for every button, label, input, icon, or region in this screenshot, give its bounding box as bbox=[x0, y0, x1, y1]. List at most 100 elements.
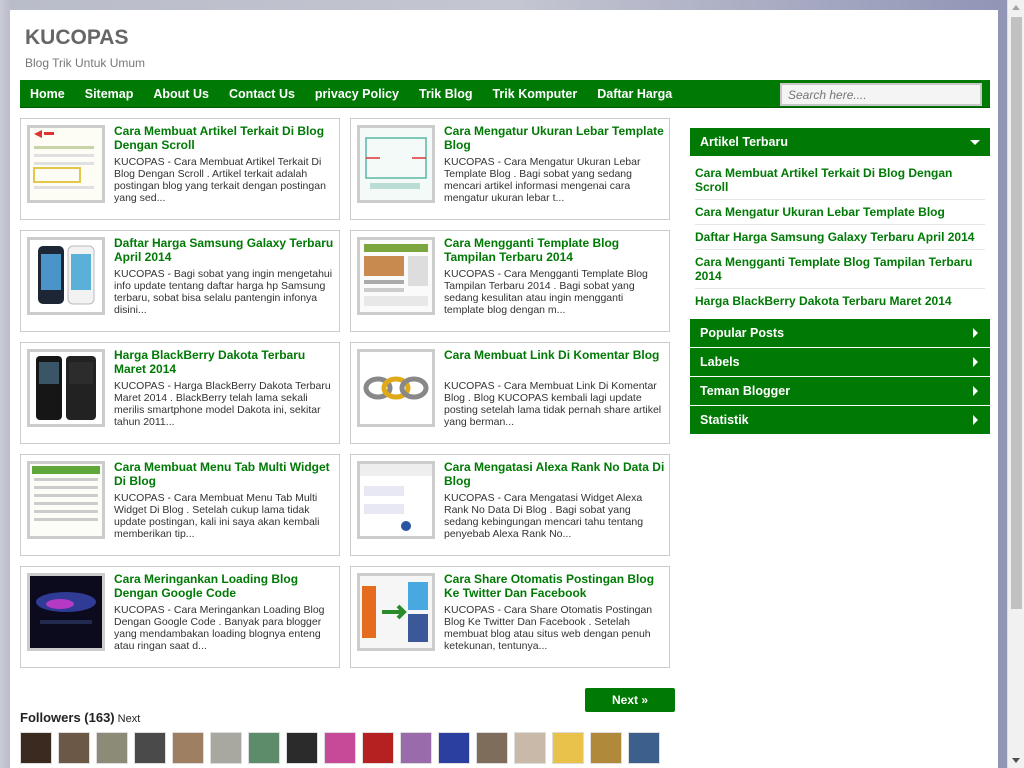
post-card[interactable]: Cara Meringankan Loading Blog Dengan Goo… bbox=[20, 566, 340, 668]
post-title[interactable]: Cara Mengganti Template Blog Tampilan Te… bbox=[444, 236, 666, 264]
post-thumbnail[interactable] bbox=[357, 125, 435, 203]
scroll-up-icon[interactable] bbox=[1012, 5, 1020, 10]
post-title[interactable]: Harga BlackBerry Dakota Terbaru Maret 20… bbox=[114, 348, 336, 376]
sidebar-section-statistik[interactable]: Statistik bbox=[690, 406, 990, 434]
site-description: Blog Trik Untuk Umum bbox=[25, 56, 146, 70]
avatar[interactable] bbox=[362, 732, 394, 764]
post-card[interactable]: Cara Membuat Link Di Komentar Blog KUCOP… bbox=[350, 342, 670, 444]
avatar[interactable] bbox=[58, 732, 90, 764]
followers-heading: Followers (163) Next bbox=[20, 710, 140, 725]
post-title[interactable]: Cara Membuat Menu Tab Multi Widget Di Bl… bbox=[114, 460, 336, 488]
recent-post-link[interactable]: Cara Membuat Artikel Terkait Di Blog Den… bbox=[695, 161, 985, 200]
post-snippet: KUCOPAS - Cara Membuat Menu Tab Multi Wi… bbox=[114, 492, 320, 540]
post-card[interactable]: Harga BlackBerry Dakota Terbaru Maret 20… bbox=[20, 342, 340, 444]
avatar[interactable] bbox=[324, 732, 356, 764]
post-snippet: KUCOPAS - Cara Mengatur Ukuran Lebar Tem… bbox=[444, 156, 641, 204]
next-page-button[interactable]: Next » bbox=[585, 688, 675, 712]
post-title[interactable]: Cara Mengatur Ukuran Lebar Template Blog bbox=[444, 124, 666, 152]
sidebar-section-label: Labels bbox=[700, 355, 740, 369]
followers-avatar-row bbox=[20, 732, 660, 764]
sidebar-sections: Popular Posts Labels Teman Blogger Stati… bbox=[690, 319, 990, 434]
post-thumbnail[interactable] bbox=[27, 461, 105, 539]
post-thumbnail[interactable] bbox=[357, 349, 435, 427]
post-card[interactable]: Cara Mengganti Template Blog Tampilan Te… bbox=[350, 230, 670, 332]
post-thumbnail[interactable] bbox=[357, 573, 435, 651]
post-thumbnail[interactable] bbox=[27, 125, 105, 203]
chevron-right-icon bbox=[973, 357, 978, 367]
avatar[interactable] bbox=[476, 732, 508, 764]
post-title[interactable]: Cara Meringankan Loading Blog Dengan Goo… bbox=[114, 572, 336, 600]
post-thumbnail[interactable] bbox=[27, 237, 105, 315]
post-title[interactable]: Cara Membuat Artikel Terkait Di Blog Den… bbox=[114, 124, 336, 152]
chevron-right-icon bbox=[973, 415, 978, 425]
nav-item-home[interactable]: Home bbox=[20, 80, 75, 108]
site-title[interactable]: KUCOPAS bbox=[25, 26, 128, 50]
sidebar-recent-header[interactable]: Artikel Terbaru bbox=[690, 128, 990, 156]
post-thumbnail[interactable] bbox=[27, 573, 105, 651]
nav-item-trik-blog[interactable]: Trik Blog bbox=[409, 80, 482, 108]
post-thumbnail[interactable] bbox=[27, 349, 105, 427]
scroll-down-icon[interactable] bbox=[1012, 758, 1020, 763]
nav-bar: Home Sitemap About Us Contact Us privacy… bbox=[20, 80, 990, 108]
avatar[interactable] bbox=[628, 732, 660, 764]
page: KUCOPAS Blog Trik Untuk Umum Home Sitema… bbox=[10, 10, 998, 768]
post-snippet: KUCOPAS - Harga BlackBerry Dakota Terbar… bbox=[114, 380, 331, 428]
recent-posts-list: Cara Membuat Artikel Terkait Di Blog Den… bbox=[690, 157, 990, 317]
post-card[interactable]: Cara Membuat Menu Tab Multi Widget Di Bl… bbox=[20, 454, 340, 556]
followers-label: Followers (163) bbox=[20, 710, 115, 725]
search-input[interactable] bbox=[780, 83, 982, 106]
post-card[interactable]: Cara Mengatasi Alexa Rank No Data Di Blo… bbox=[350, 454, 670, 556]
post-snippet: KUCOPAS - Cara Membuat Link Di Komentar … bbox=[444, 380, 662, 428]
avatar[interactable] bbox=[514, 732, 546, 764]
recent-post-link[interactable]: Cara Mengganti Template Blog Tampilan Te… bbox=[695, 250, 985, 289]
post-snippet: KUCOPAS - Bagi sobat yang ingin mengetah… bbox=[114, 268, 333, 316]
post-card[interactable]: Cara Share Otomatis Postingan Blog Ke Tw… bbox=[350, 566, 670, 668]
chevron-down-icon bbox=[970, 140, 980, 145]
avatar[interactable] bbox=[438, 732, 470, 764]
sidebar-recent-title: Artikel Terbaru bbox=[700, 135, 788, 149]
nav-item-contact[interactable]: Contact Us bbox=[219, 80, 305, 108]
avatar[interactable] bbox=[286, 732, 318, 764]
chevron-right-icon bbox=[973, 328, 978, 338]
avatar[interactable] bbox=[96, 732, 128, 764]
avatar[interactable] bbox=[400, 732, 432, 764]
sidebar: Artikel Terbaru Cara Membuat Artikel Ter… bbox=[690, 128, 990, 435]
post-card[interactable]: Cara Membuat Artikel Terkait Di Blog Den… bbox=[20, 118, 340, 220]
avatar[interactable] bbox=[134, 732, 166, 764]
post-title[interactable]: Daftar Harga Samsung Galaxy Terbaru Apri… bbox=[114, 236, 336, 264]
recent-post-link[interactable]: Cara Mengatur Ukuran Lebar Template Blog bbox=[695, 200, 985, 225]
sidebar-section-label: Popular Posts bbox=[700, 326, 785, 340]
post-title[interactable]: Cara Mengatasi Alexa Rank No Data Di Blo… bbox=[444, 460, 666, 488]
sidebar-section-label: Statistik bbox=[700, 413, 749, 427]
sidebar-section-labels[interactable]: Labels bbox=[690, 348, 990, 376]
post-card[interactable]: Daftar Harga Samsung Galaxy Terbaru Apri… bbox=[20, 230, 340, 332]
page-scrollbar[interactable] bbox=[1007, 0, 1024, 768]
sidebar-section-popular-posts[interactable]: Popular Posts bbox=[690, 319, 990, 347]
sidebar-section-label: Teman Blogger bbox=[700, 384, 791, 398]
post-snippet: KUCOPAS - Cara Mengatasi Widget Alexa Ra… bbox=[444, 492, 644, 540]
avatar[interactable] bbox=[552, 732, 584, 764]
chevron-right-icon bbox=[973, 386, 978, 396]
followers-next-link[interactable]: Next bbox=[118, 713, 141, 725]
nav-item-trik-komputer[interactable]: Trik Komputer bbox=[482, 80, 587, 108]
recent-post-link[interactable]: Daftar Harga Samsung Galaxy Terbaru Apri… bbox=[695, 225, 985, 250]
nav-item-sitemap[interactable]: Sitemap bbox=[75, 80, 144, 108]
avatar[interactable] bbox=[248, 732, 280, 764]
post-snippet: KUCOPAS - Cara Membuat Artikel Terkait D… bbox=[114, 156, 326, 204]
nav-item-about[interactable]: About Us bbox=[143, 80, 219, 108]
sidebar-section-teman-blogger[interactable]: Teman Blogger bbox=[690, 377, 990, 405]
avatar[interactable] bbox=[172, 732, 204, 764]
post-title[interactable]: Cara Share Otomatis Postingan Blog Ke Tw… bbox=[444, 572, 666, 600]
recent-post-link[interactable]: Harga BlackBerry Dakota Terbaru Maret 20… bbox=[695, 289, 985, 313]
avatar[interactable] bbox=[590, 732, 622, 764]
avatar[interactable] bbox=[210, 732, 242, 764]
post-title[interactable]: Cara Membuat Link Di Komentar Blog bbox=[444, 348, 666, 362]
scrollbar-thumb[interactable] bbox=[1011, 17, 1022, 609]
avatar[interactable] bbox=[20, 732, 52, 764]
post-snippet: KUCOPAS - Cara Mengganti Template Blog T… bbox=[444, 268, 648, 316]
post-thumbnail[interactable] bbox=[357, 237, 435, 315]
nav-item-privacy[interactable]: privacy Policy bbox=[305, 80, 409, 108]
post-thumbnail[interactable] bbox=[357, 461, 435, 539]
nav-item-daftar-harga[interactable]: Daftar Harga bbox=[587, 80, 682, 108]
post-card[interactable]: Cara Mengatur Ukuran Lebar Template Blog… bbox=[350, 118, 670, 220]
